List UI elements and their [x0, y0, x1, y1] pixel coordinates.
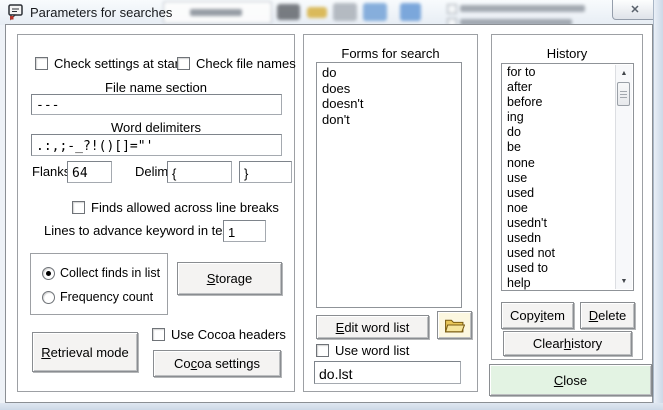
parameters-dialog: Check settings at start Check file names… [5, 24, 653, 403]
list-item[interactable]: doesn't [317, 96, 461, 112]
check-filenames-label: Check file names [196, 56, 296, 71]
flanks-input[interactable] [67, 161, 112, 183]
background-toolbar-icon [333, 3, 357, 21]
list-item[interactable]: used to [502, 261, 633, 276]
background-toolbar-icon [363, 3, 387, 21]
copy-item-button[interactable]: Copy item [501, 302, 574, 329]
list-item[interactable]: used not [502, 246, 633, 261]
file-name-section-label: File name section [18, 80, 294, 95]
radio-collect-finds[interactable] [42, 267, 55, 280]
close-icon: ✕ [630, 3, 639, 16]
window-frame-bottom [0, 403, 663, 410]
list-item[interactable]: for to [502, 65, 633, 80]
radio-frequency-count[interactable] [42, 291, 55, 304]
clear-history-button[interactable]: Clear history [503, 331, 632, 356]
forms-listbox[interactable]: dodoesdoesn'tdon't [316, 62, 462, 308]
cocoa-settings-button[interactable]: Cocoa settings [153, 350, 281, 377]
background-toolbar-button [163, 1, 272, 24]
word-delimiters-label: Word delimiters [18, 120, 294, 135]
advance-keyword-input[interactable] [223, 220, 266, 242]
list-item[interactable]: after [502, 80, 633, 95]
retrieval-mode-button[interactable]: Retrieval mode [32, 332, 138, 372]
list-item[interactable]: none [502, 156, 633, 171]
background-checkbox-row [447, 4, 587, 12]
list-item[interactable]: do [317, 65, 461, 81]
list-item[interactable]: usedn't [502, 216, 633, 231]
check-settings-label: Check settings at start [54, 56, 183, 71]
background-toolbar-icon [307, 7, 327, 18]
check-filenames-checkbox[interactable] [177, 57, 190, 70]
list-item[interactable]: noe [502, 201, 633, 216]
word-delimiters-input[interactable] [31, 134, 282, 156]
word-list-file-input[interactable] [314, 361, 461, 384]
close-button[interactable]: Close [489, 364, 652, 396]
radio-collect-finds-label: Collect finds in list [60, 266, 160, 280]
result-mode-groupbox: Collect finds in list Frequency count [30, 253, 168, 315]
check-settings-checkbox[interactable] [35, 57, 48, 70]
list-item[interactable]: help [502, 276, 633, 291]
window-frame-right [653, 0, 663, 410]
list-item[interactable]: does [317, 81, 461, 97]
scroll-down-icon[interactable]: ▼ [616, 274, 632, 288]
background-toolbar-icon [400, 3, 421, 21]
forms-panel-title: Forms for search [304, 46, 477, 61]
list-item[interactable]: use [502, 171, 633, 186]
list-item[interactable]: before [502, 95, 633, 110]
use-word-list-checkbox[interactable] [316, 344, 329, 357]
history-scrollbar[interactable]: ▲ ▼ [615, 65, 632, 289]
history-panel-title: History [492, 46, 642, 61]
list-item[interactable]: be [502, 140, 633, 155]
list-item[interactable]: do [502, 125, 633, 140]
delimiter-close-input[interactable] [239, 161, 292, 183]
open-folder-button[interactable] [437, 311, 472, 339]
advance-keyword-label: Lines to advance keyword in text [44, 223, 233, 238]
forms-panel: Forms for search dodoesdoesn'tdon't Edit… [303, 34, 478, 392]
delimiter-open-input[interactable] [167, 161, 232, 183]
history-listbox[interactable]: ▲ ▼ for toafterbeforeingdobenoneuseusedn… [501, 63, 634, 291]
background-toolbar-icon [277, 4, 300, 20]
dialog-title: Parameters for searches [30, 5, 172, 20]
list-item[interactable]: don't [317, 112, 461, 128]
line-breaks-checkbox[interactable] [72, 201, 85, 214]
scroll-up-icon[interactable]: ▲ [616, 66, 632, 80]
flanks-label: Flanks [32, 164, 70, 179]
window-close-button[interactable]: ✕ [612, 0, 658, 20]
history-panel: History ▲ ▼ for toafterbeforeingdobenone… [491, 34, 643, 360]
settings-panel: Check settings at start Check file names… [17, 34, 295, 392]
radio-frequency-count-label: Frequency count [60, 290, 153, 304]
storage-button[interactable]: Storage [177, 262, 282, 295]
file-name-section-input[interactable] [31, 94, 282, 115]
list-item[interactable]: used [502, 186, 633, 201]
dialog-icon [7, 3, 25, 21]
title-bar: Parameters for searches ✕ [0, 0, 663, 25]
scrollbar-thumb[interactable] [617, 82, 630, 106]
use-cocoa-headers-label: Use Cocoa headers [171, 327, 286, 342]
open-folder-icon [444, 317, 465, 334]
edit-word-list-button[interactable]: Edit word list [316, 315, 429, 339]
use-word-list-label: Use word list [335, 343, 409, 358]
delete-button[interactable]: Delete [580, 302, 635, 329]
list-item[interactable]: ing [502, 110, 633, 125]
line-breaks-label: Finds allowed across line breaks [91, 200, 279, 215]
use-cocoa-headers-checkbox[interactable] [152, 328, 165, 341]
list-item[interactable]: usedn [502, 231, 633, 246]
